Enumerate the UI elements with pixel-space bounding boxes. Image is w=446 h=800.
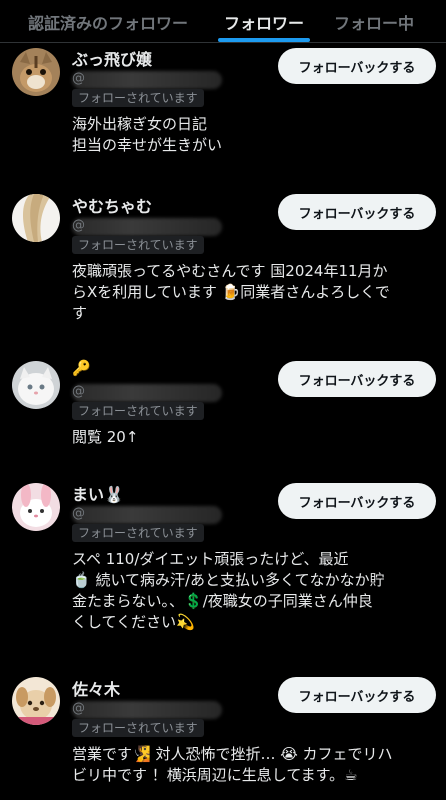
follow-back-button[interactable]: フォローバックする (278, 48, 436, 84)
follower-row[interactable]: まい🐰 @ フォローされています スペ 110/ダイエット頑張ったけど、最近 🍵… (0, 478, 446, 653)
tab-bar: 認証済みのフォロワー フォロワー フォロー中 (0, 0, 446, 43)
cartoon-dog-avatar-icon (12, 677, 60, 725)
bio: スペ 110/ダイエット頑張ったけど、最近 🍵 続いて病み汗/あと支払い多くてな… (72, 550, 385, 631)
follows-you-badge: フォローされています (72, 89, 204, 107)
avatar[interactable] (12, 48, 60, 96)
bio: 閲覧 20↑ (72, 428, 139, 446)
avatar[interactable] (12, 361, 60, 409)
follow-back-button[interactable]: フォローバックする (278, 194, 436, 230)
follow-back-button[interactable]: フォローバックする (278, 483, 436, 519)
white-kitten-avatar-icon (12, 361, 60, 409)
display-name[interactable]: やむちゃむ (72, 193, 152, 217)
follow-back-button[interactable]: フォローバックする (278, 677, 436, 713)
active-tab-indicator (218, 38, 310, 42)
pink-bunny-plush-avatar-icon (12, 483, 60, 531)
tab-verified-followers[interactable]: 認証済みのフォロワー (28, 0, 188, 34)
handle-blurred (72, 71, 222, 89)
tab-followers[interactable]: フォロワー (224, 0, 304, 34)
avatar[interactable] (12, 677, 60, 725)
follows-you-badge: フォローされています (72, 236, 204, 254)
display-name[interactable]: ぶっ飛び嬢 (72, 46, 152, 70)
blonde-hair-avatar-icon (12, 194, 60, 242)
handle-blurred (72, 701, 222, 719)
handle-blurred (72, 218, 222, 236)
tab-following[interactable]: フォロー中 (334, 0, 414, 34)
bottom-fade (0, 784, 446, 800)
follower-row[interactable]: 佐々木 @ フォローされています 営業です🧏 対人恐怖で挫折… 😭 カフェでリハ… (0, 673, 446, 800)
bio: 夜職頑張ってるやむさんです 国2024年11月か らXを利用しています 🍺同業者… (72, 262, 390, 322)
follow-back-button[interactable]: フォローバックする (278, 361, 436, 397)
follows-you-badge: フォローされています (72, 719, 204, 737)
display-name[interactable]: 佐々木 (72, 676, 120, 700)
bio: 海外出稼ぎ女の日記 担当の幸せが生きがい (72, 115, 223, 154)
chipmunk-avatar-icon (12, 48, 60, 96)
avatar[interactable] (12, 483, 60, 531)
display-name[interactable]: 🔑 (72, 359, 91, 377)
avatar[interactable] (12, 194, 60, 242)
follower-row[interactable]: ぶっ飛び嬢 @ フォローされています 海外出稼ぎ女の日記 担当の幸せが生きがい … (0, 43, 446, 193)
handle-blurred (72, 506, 222, 524)
follows-you-badge: フォローされています (72, 524, 204, 542)
follower-row[interactable]: 🔑 @ フォローされています 閲覧 20↑ フォローバックする (0, 356, 446, 471)
follower-row[interactable]: やむちゃむ @ フォローされています 夜職頑張ってるやむさんです 国2024年1… (0, 190, 446, 350)
display-name[interactable]: まい🐰 (72, 481, 124, 505)
bio: 営業です🧏 対人恐怖で挫折… 😭 カフェでリハ ビリ中です ！横浜周辺に生息して… (72, 745, 393, 784)
follows-you-badge: フォローされています (72, 402, 204, 420)
handle-blurred (72, 384, 222, 402)
